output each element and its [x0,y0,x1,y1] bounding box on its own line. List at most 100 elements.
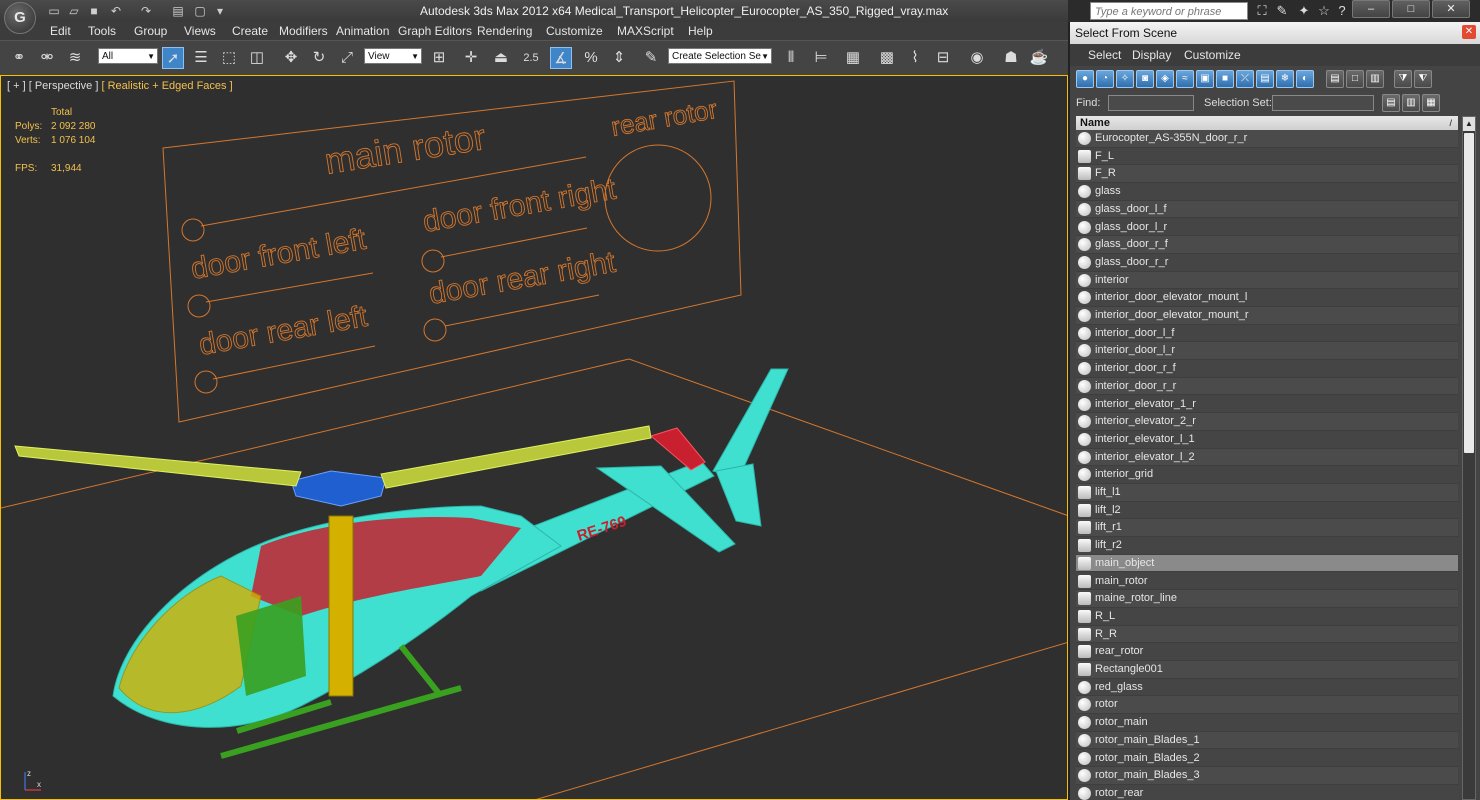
find-input[interactable] [1108,95,1194,111]
perspective-viewport[interactable]: main rotor rear rotor door front left do… [0,75,1068,800]
material-editor-icon[interactable]: ◉ [966,47,988,69]
list-item[interactable]: lift_l1 [1076,484,1458,502]
display-hidden-icon[interactable]: ◐ [1296,70,1314,88]
select-by-name-icon[interactable]: ☰ [190,47,212,69]
edit-named-selection-icon[interactable]: ✎ [640,47,662,69]
select-and-manipulate-icon[interactable]: ✛ [460,47,482,69]
display-geometry-icon[interactable]: ● [1076,70,1094,88]
list-item[interactable]: interior_elevator_l_1 [1076,430,1458,449]
close-button[interactable]: ✕ [1432,0,1470,18]
list-item[interactable]: interior_door_elevator_mount_r [1076,307,1458,325]
angle-snap-icon[interactable]: ∡ [550,47,572,69]
project-folder-icon[interactable]: ▢ [192,3,208,19]
schematic-view-icon[interactable]: ⊟ [932,47,954,69]
list-item[interactable]: lift_r2 [1076,537,1458,555]
menu-customize[interactable]: Customize [546,24,603,38]
application-button[interactable]: G [4,2,36,34]
list-item[interactable]: interior_door_l_r [1076,342,1458,361]
column-header-name[interactable]: Name / [1076,116,1458,130]
list-item[interactable]: lift_r1 [1076,519,1458,538]
list-item[interactable]: interior_door_r_f [1076,360,1458,378]
select-and-rotate-icon[interactable]: ↻ [308,47,330,69]
display-invert-icon[interactable]: ▥ [1366,70,1384,88]
pivot-center-icon[interactable]: ⊞ [428,47,450,69]
list-item[interactable]: R_L [1076,607,1458,626]
list-item[interactable]: rotor_main_Blades_1 [1076,731,1458,750]
select-and-link-icon[interactable]: ⚭ [8,47,30,69]
search-input[interactable]: Type a keyword or phrase [1090,2,1248,20]
align-icon[interactable]: ⊨ [810,47,832,69]
list-item[interactable]: rotor_main [1076,714,1458,732]
select-and-scale-icon[interactable]: ⤢ [336,47,358,69]
keyboard-shortcut-override-icon[interactable]: ⏏ [490,47,512,69]
render-setup-icon[interactable]: ☗ [1000,47,1022,69]
viewport-point-of-view-label[interactable]: [ Perspective ] [29,80,99,92]
select-object-icon[interactable]: ➚ [162,47,184,69]
layer-manager-icon[interactable]: ▦ [842,47,864,69]
display-cameras-icon[interactable]: ◙ [1136,70,1154,88]
menu-group[interactable]: Group [134,24,167,38]
list-item[interactable]: rear_rotor [1076,643,1458,661]
menu-rendering[interactable]: Rendering [477,24,532,38]
viewport-menu-label[interactable]: [ + ] [7,80,26,92]
named-selection-set-dropdown[interactable]: Create Selection Se ▼ [668,48,772,64]
list-item[interactable]: main_object [1076,554,1458,573]
list-item[interactable]: glass [1076,183,1458,201]
list-item[interactable]: Eurocopter_AS-355N_door_r_r [1076,130,1458,148]
rectangular-selection-icon[interactable]: ⬚ [218,47,240,69]
hold-icon[interactable]: ▤ [170,3,186,19]
list-item[interactable]: main_rotor [1076,572,1458,591]
menu-modifiers[interactable]: Modifiers [279,24,328,38]
list-item[interactable]: glass_door_l_f [1076,200,1458,219]
scroll-thumb[interactable] [1464,133,1474,453]
menu-animation[interactable]: Animation [336,24,389,38]
binoculars-icon[interactable]: ⛶ [1254,3,1270,19]
scroll-up-arrow-icon[interactable]: ▲ [1463,117,1475,131]
display-containers-icon[interactable]: ▤ [1256,70,1274,88]
list-item[interactable]: maine_rotor_line [1076,590,1458,608]
filter-icon[interactable]: ⧩ [1394,70,1412,88]
list-item[interactable]: R_R [1076,625,1458,644]
menu-tools[interactable]: Tools [88,24,116,38]
list-item[interactable]: glass_door_r_r [1076,253,1458,272]
display-xrefs-icon[interactable]: ■ [1216,70,1234,88]
open-file-icon[interactable]: ▱ [66,3,82,19]
filter-options-icon[interactable]: ⧨ [1414,70,1432,88]
quick-access-dropdown-icon[interactable]: ▾ [212,3,228,19]
select-none-icon[interactable]: ▥ [1402,94,1420,112]
undo-icon[interactable]: ↶ [108,3,124,19]
display-lights-icon[interactable]: ✧ [1116,70,1134,88]
new-file-icon[interactable]: ▭ [46,3,62,19]
display-bones-icon[interactable]: ⤫ [1236,70,1254,88]
subscription-icon[interactable]: ✦ [1296,3,1312,19]
spinner-snap-icon[interactable]: ⇕ [608,47,630,69]
unlink-icon[interactable]: ⚮ [36,47,58,69]
menu-help[interactable]: Help [688,24,713,38]
window-crossing-icon[interactable]: ◫ [246,47,268,69]
display-space-warps-icon[interactable]: ≈ [1176,70,1194,88]
menu-graph-editors[interactable]: Graph Editors [398,24,472,38]
redo-icon[interactable]: ↷ [138,3,154,19]
list-item[interactable]: glass_door_r_f [1076,236,1458,254]
bind-to-space-warp-icon[interactable]: ≋ [64,47,86,69]
reference-coordinate-dropdown[interactable]: View ▼ [364,48,422,64]
selection-set-dropdown[interactable] [1272,95,1374,111]
list-item[interactable]: interior_elevator_l_2 [1076,448,1458,467]
mirror-icon[interactable]: ⫴ [780,47,802,69]
list-item[interactable]: interior_door_l_f [1076,324,1458,343]
select-and-move-icon[interactable]: ✥ [280,47,302,69]
list-item[interactable]: Rectangle001 [1076,661,1458,679]
list-item[interactable]: interior_grid [1076,466,1458,484]
display-groups-icon[interactable]: ▣ [1196,70,1214,88]
list-item[interactable]: interior [1076,271,1458,290]
curve-editor-icon[interactable]: ⌇ [904,47,926,69]
list-item[interactable]: rotor_main_Blades_3 [1076,767,1458,785]
select-invert-icon[interactable]: ▦ [1422,94,1440,112]
dialog-menu-customize[interactable]: Customize [1184,48,1241,62]
maximize-button[interactable]: □ [1392,0,1430,18]
menu-maxscript[interactable]: MAXScript [617,24,674,38]
communication-center-icon[interactable]: ✎ [1274,3,1290,19]
menu-edit[interactable]: Edit [50,24,71,38]
viewport-shading-label[interactable]: [ Realistic + Edged Faces ] [101,80,232,92]
minimize-button[interactable]: – [1352,0,1390,18]
